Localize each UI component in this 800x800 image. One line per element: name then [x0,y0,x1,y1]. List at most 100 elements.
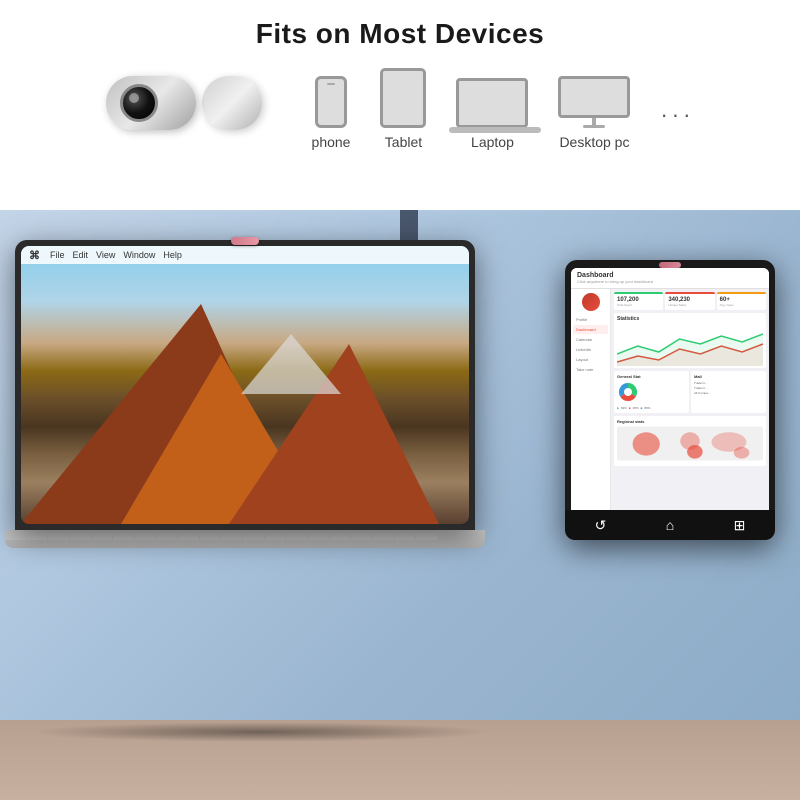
stats-cards: 107,200 Total Spent 340,230 Unique Sales… [614,292,766,310]
key [200,530,221,540]
back-icon[interactable]: ↺ [595,517,607,534]
user-avatar [582,293,600,311]
general-stats: General Stat ■63% [614,371,766,413]
key [178,530,199,540]
key [27,530,48,540]
key [92,530,113,540]
tablet-screen: Dashboard Click anywhere to bring up you… [571,268,769,532]
desktop-base-icon [583,125,605,128]
stat-label-2: Avg. Open [720,303,763,307]
nav-calendar[interactable]: Calendar [573,335,608,344]
regional-title: Regional stats [617,419,763,424]
nav-profile[interactable]: Profile [573,315,608,324]
chart-svg [617,324,763,366]
menubar-items: File Edit View Window Help [50,250,182,260]
key [351,530,372,540]
dashboard-content: Profile Dashboard Calendar LinkedIn Layo… [571,289,769,525]
menubar-help: Help [163,250,182,260]
dashboard-title: Dashboard [577,272,763,279]
world-map-svg [617,426,763,461]
regional-stats: Regional stats [614,416,766,466]
keyboard-keys [5,530,437,540]
product-illustration [106,76,262,130]
mail-content: Trader it... Trader it... All Compa... [694,381,763,395]
device-tablet: Tablet [380,68,426,150]
key [70,530,91,540]
apps-icon[interactable]: ⊞ [734,517,746,534]
desktop-stand-icon [592,118,596,126]
dashboard-main: 107,200 Total Spent 340,230 Unique Sales… [611,289,769,525]
key [308,530,329,540]
key [286,530,307,540]
laptop-icon [456,78,528,128]
laptop-menubar: ⌘ File Edit View Window Help [21,246,469,264]
key [265,530,286,540]
key [243,530,264,540]
menubar-window: Window [123,250,155,260]
home-icon[interactable]: ⌂ [666,517,674,533]
chart-title: Statistics [617,316,763,322]
apple-menu-icon: ⌘ [29,249,40,262]
mail-title: Mail [694,374,763,379]
stat-label-1: Unique Sales [668,303,711,307]
general-stat-box-1: Mail Trader it... Trader it... All Compa… [691,371,766,413]
dashboard-sidebar: Profile Dashboard Calendar LinkedIn Layo… [571,289,611,525]
dashboard-ui: Dashboard Click anywhere to bring up you… [571,268,769,532]
pie-chart-svg [617,381,639,403]
camera-lens-icon [120,84,158,122]
stat-label-0: Total Spent [617,303,660,307]
device-phone: phone [312,76,351,150]
devices-row: phone Tablet Laptop Desktop pc ··· [106,68,695,160]
tablet-bottom-bar: ↺ ⌂ ⊞ [565,510,775,540]
key [416,530,437,540]
mail-item-1: Trader it... [694,386,763,390]
phone-icon [315,76,347,128]
laptop-device: ⌘ File Edit View Window Help [15,240,515,548]
tablet-label: Tablet [385,134,422,150]
menubar-view: View [96,250,115,260]
stat-card-1: 340,230 Unique Sales [665,292,714,310]
mail-item-0: Trader it... [694,381,763,385]
cover-slider-icon [202,76,262,130]
menubar-edit: Edit [73,250,89,260]
laptop-camera-cover [231,237,259,245]
general-stat-box-0: General Stat ■63% [614,371,689,413]
statistics-chart: Statistics [614,313,766,368]
tablet-icon [380,68,426,128]
laptop-base [5,530,485,548]
laptop-screen: ⌘ File Edit View Window Help [21,246,469,524]
laptop-body: ⌘ File Edit View Window Help [15,240,475,530]
camera-cover-with-lens [106,76,196,130]
top-section: Fits on Most Devices phone Tablet Laptop [0,0,800,210]
key [395,530,416,540]
bottom-section: ⌘ File Edit View Window Help [0,210,800,800]
key [5,530,26,540]
stat-card-2: 60+ Avg. Open [717,292,766,310]
tablet-body: Dashboard Click anywhere to bring up you… [565,260,775,540]
tablet-camera-cover [659,262,681,268]
mountain-snow [241,334,341,394]
key [373,530,394,540]
key [135,530,156,540]
phone-label: phone [312,134,351,150]
mail-item-2: All Compa... [694,391,763,395]
desktop-screen-icon [558,76,630,118]
key [330,530,351,540]
device-desktop: Desktop pc [558,76,630,150]
key [221,530,242,540]
nav-takenote[interactable]: Take note [573,365,608,374]
tablet-device: Dashboard Click anywhere to bring up you… [565,260,785,540]
nav-dashboard[interactable]: Dashboard [573,325,608,334]
desktop-label: Desktop pc [559,134,629,150]
page-title: Fits on Most Devices [256,18,545,50]
key [113,530,134,540]
dashboard-header: Dashboard Click anywhere to bring up you… [571,268,769,289]
dashboard-subtitle: Click anywhere to bring up your dashboar… [577,279,763,284]
nav-layout[interactable]: Layout [573,355,608,364]
more-devices-icon: ··· [660,102,694,128]
desktop-icon [558,76,630,128]
nav-linkedin[interactable]: LinkedIn [573,345,608,354]
menubar-file: File [50,250,65,260]
stat-card-0: 107,200 Total Spent [614,292,663,310]
gen-stat-title: General Stat [617,374,686,379]
